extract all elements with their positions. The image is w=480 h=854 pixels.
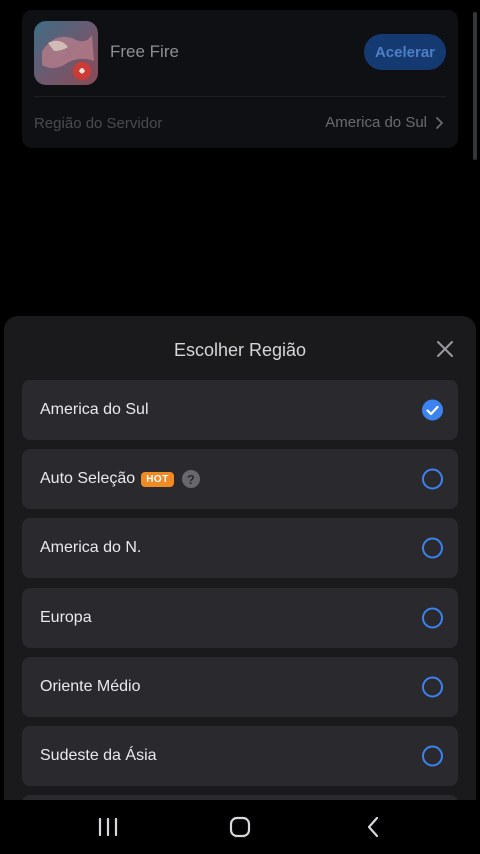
accelerate-button[interactable]: Acelerar bbox=[364, 34, 446, 70]
radio-checked-icon[interactable] bbox=[422, 399, 443, 421]
region-label: America do Sul bbox=[40, 401, 149, 418]
help-icon[interactable]: ? bbox=[181, 470, 200, 489]
region-item-america-do-sul[interactable]: America do Sul bbox=[22, 380, 458, 440]
hot-badge: HOT bbox=[141, 471, 174, 487]
free-fire-app-icon bbox=[34, 21, 98, 85]
server-region-value-text: America do Sul bbox=[325, 114, 427, 131]
card-divider bbox=[34, 96, 446, 97]
region-picker-sheet: Escolher Região America do Sul Auto Sele… bbox=[4, 316, 476, 816]
region-item-auto-selecao[interactable]: Auto Seleção HOT ? bbox=[22, 449, 458, 510]
game-title: Free Fire bbox=[110, 42, 179, 61]
radio-unchecked-icon[interactable] bbox=[422, 537, 443, 559]
navigation-bar bbox=[0, 800, 480, 854]
server-region-label: Região do Servidor bbox=[34, 115, 163, 132]
region-label: Auto Seleção bbox=[40, 470, 136, 488]
close-icon[interactable] bbox=[434, 338, 456, 360]
radio-unchecked-icon[interactable] bbox=[422, 676, 443, 698]
radio-unchecked-icon[interactable] bbox=[422, 745, 443, 767]
chevron-right-icon bbox=[436, 116, 443, 129]
scrollbar[interactable] bbox=[473, 12, 477, 160]
radio-unchecked-icon[interactable] bbox=[422, 468, 443, 490]
sheet-title: Escolher Região bbox=[173, 340, 307, 360]
home-icon[interactable] bbox=[226, 814, 254, 840]
region-label: Sudeste da Ásia bbox=[40, 746, 157, 764]
region-item-sudeste-da-asia[interactable]: Sudeste da Ásia bbox=[22, 725, 458, 786]
server-region-value[interactable]: America do Sul bbox=[325, 114, 444, 131]
back-icon[interactable] bbox=[360, 814, 388, 840]
region-label: America do N. bbox=[40, 539, 142, 557]
region-label: Europa bbox=[40, 608, 92, 626]
recent-apps-icon[interactable] bbox=[94, 814, 122, 840]
region-item-america-do-n[interactable]: America do N. bbox=[22, 518, 458, 579]
screen: Free Fire Acelerar Região do Servidor Am… bbox=[0, 0, 480, 854]
region-list: America do Sul Auto Seleção HOT ? Americ… bbox=[22, 380, 458, 816]
region-item-oriente-medio[interactable]: Oriente Médio bbox=[22, 656, 458, 717]
region-item-europa[interactable]: Europa bbox=[22, 587, 458, 648]
region-label: Oriente Médio bbox=[40, 677, 141, 695]
radio-unchecked-icon[interactable] bbox=[422, 607, 443, 629]
game-card[interactable]: Free Fire Acelerar Região do Servidor Am… bbox=[22, 10, 458, 148]
